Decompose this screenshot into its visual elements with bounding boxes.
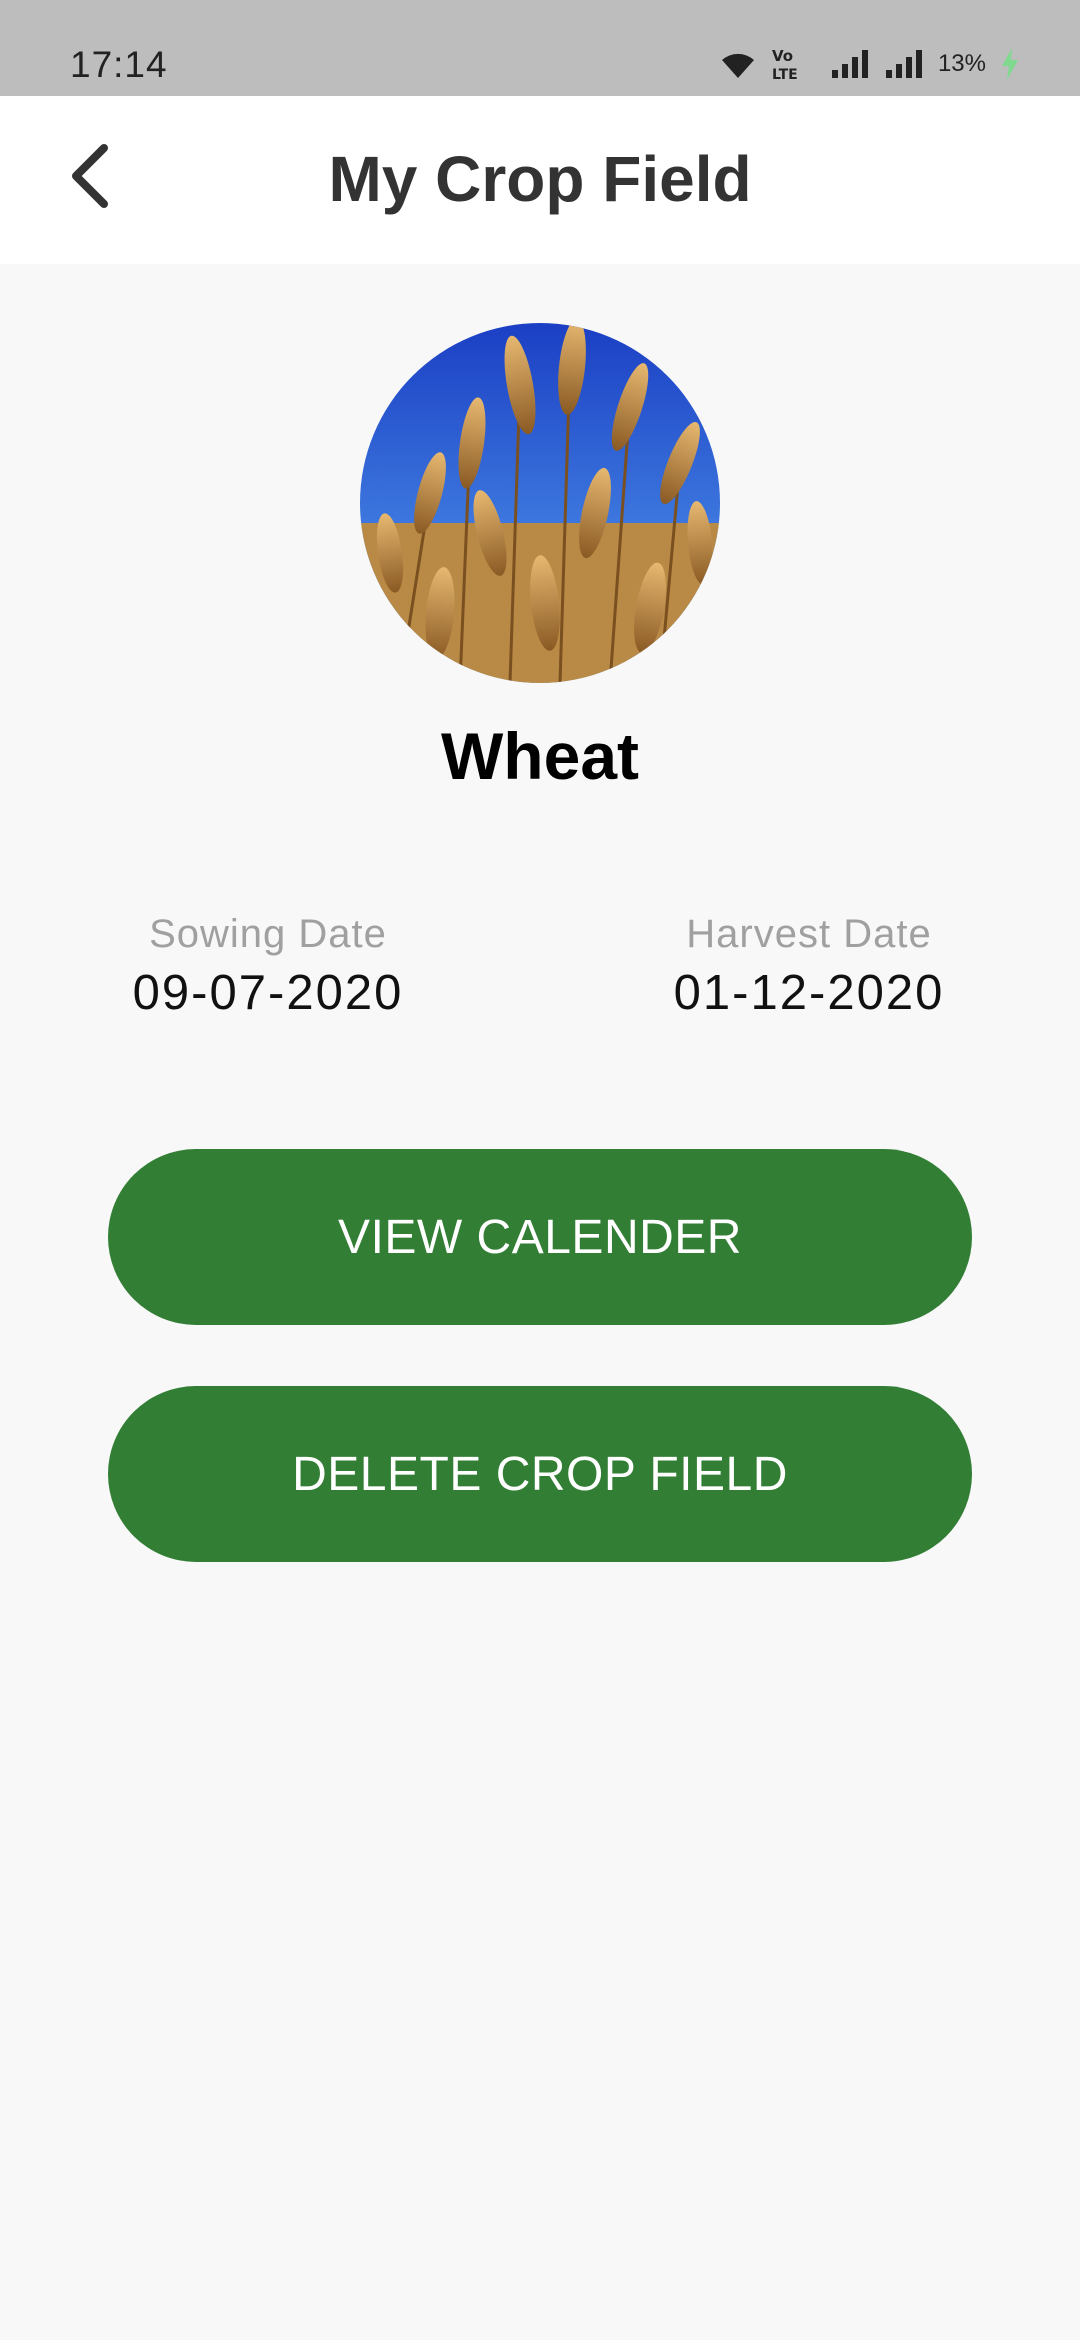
signal-icon bbox=[831, 50, 868, 78]
status-time: 17:14 bbox=[70, 44, 168, 85]
delete-crop-field-button[interactable]: DELETE CROP FIELD bbox=[108, 1386, 972, 1562]
sowing-date: Sowing Date 09-07-2020 bbox=[68, 912, 468, 1021]
volte-icon: Vo LTE bbox=[772, 47, 798, 82]
harvest-date-label: Harvest Date bbox=[686, 912, 932, 956]
sowing-date-label: Sowing Date bbox=[149, 912, 387, 956]
harvest-date-value: 01-12-2020 bbox=[673, 966, 945, 1020]
page-title: My Crop Field bbox=[328, 143, 752, 215]
view-calendar-button[interactable]: VIEW CALENDER bbox=[108, 1149, 972, 1325]
status-bar: 17:14 Vo LTE 13% bbox=[0, 0, 1080, 96]
svg-text:Vo: Vo bbox=[772, 47, 793, 65]
svg-text:LTE: LTE bbox=[772, 67, 798, 82]
status-icons: Vo LTE 13% bbox=[718, 46, 1020, 82]
app-bar: My Crop Field bbox=[0, 96, 1080, 264]
harvest-date: Harvest Date 01-12-2020 bbox=[609, 912, 1009, 1021]
battery-percentage: 13% bbox=[937, 50, 986, 77]
sowing-date-value: 09-07-2020 bbox=[132, 966, 404, 1020]
charging-icon bbox=[1002, 48, 1018, 80]
wheat-field-photo bbox=[360, 323, 720, 683]
signal-icon bbox=[885, 50, 922, 78]
crop-name: Wheat bbox=[441, 719, 639, 793]
crop-image bbox=[360, 323, 720, 683]
wifi-icon bbox=[721, 53, 754, 78]
